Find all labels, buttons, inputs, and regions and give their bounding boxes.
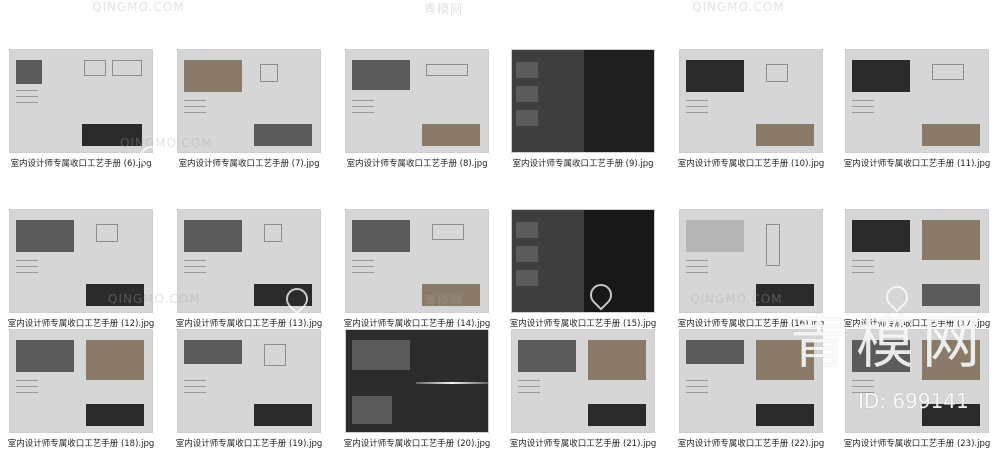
thumbnail-caption[interactable]: 室内设计师专属收口工艺手册 (23).jpg [832,437,1000,449]
thumbnail-image[interactable] [512,50,654,152]
thumbnail-image[interactable] [346,330,488,432]
watermark-site-en: QINGMO.COM [692,0,785,14]
thumbnail-caption[interactable]: 室内设计师专属收口工艺手册 (8).jpg [332,157,502,169]
thumbnail-caption[interactable]: 室内设计师专属收口工艺手册 (10).jpg [666,157,836,169]
watermark-site-cn: 青模网 [424,2,464,16]
thumbnail-caption[interactable]: 室内设计师专属收口工艺手册 (21).jpg [498,437,668,449]
watermark-site-en: QINGMO.COM [690,292,783,306]
thumbnail-caption[interactable]: 室内设计师专属收口工艺手册 (11).jpg [832,157,1000,169]
watermark-site-cn: 青模网 [424,294,464,308]
thumbnail-caption[interactable]: 室内设计师专属收口工艺手册 (12).jpg [0,317,166,329]
thumbnail-image[interactable] [178,330,320,432]
thumbnail-image[interactable] [512,330,654,432]
thumbnail-caption[interactable]: 室内设计师专属收口工艺手册 (7).jpg [164,157,334,169]
thumbnail-image[interactable] [512,210,654,312]
thumbnail-image[interactable] [680,50,822,152]
watermark-site-en: QINGMO.COM [108,292,201,306]
thumbnail-caption[interactable]: 室内设计师专属收口工艺手册 (22).jpg [666,437,836,449]
thumbnail-caption[interactable]: 室内设计师专属收口工艺手册 (18).jpg [0,437,166,449]
brand-id-watermark: ID: 699141 [858,389,969,413]
brand-watermark: 青模网 [790,308,989,376]
watermark-site-en: QINGMO.COM [92,0,185,14]
thumbnail-caption[interactable]: 室内设计师专属收口工艺手册 (15).jpg [498,317,668,329]
thumbnail-image[interactable] [346,50,488,152]
thumbnail-image[interactable] [10,330,152,432]
thumbnail-caption[interactable]: 室内设计师专属收口工艺手册 (13).jpg [164,317,334,329]
thumbnail-image[interactable] [346,210,488,312]
thumbnail-image[interactable] [846,50,988,152]
thumbnail-caption[interactable]: 室内设计师专属收口工艺手册 (20).jpg [332,437,502,449]
thumbnail-caption[interactable]: 室内设计师专属收口工艺手册 (9).jpg [498,157,668,169]
thumbnail-caption[interactable]: 室内设计师专属收口工艺手册 (19).jpg [164,437,334,449]
thumbnail-caption[interactable]: 室内设计师专属收口工艺手册 (14).jpg [332,317,502,329]
watermark-site-en: QINGMO.COM [120,136,213,150]
thumbnail-grid: 室内设计师专属收口工艺手册 (6).jpg 室内设计师专属收口工艺手册 (7).… [0,0,1000,450]
